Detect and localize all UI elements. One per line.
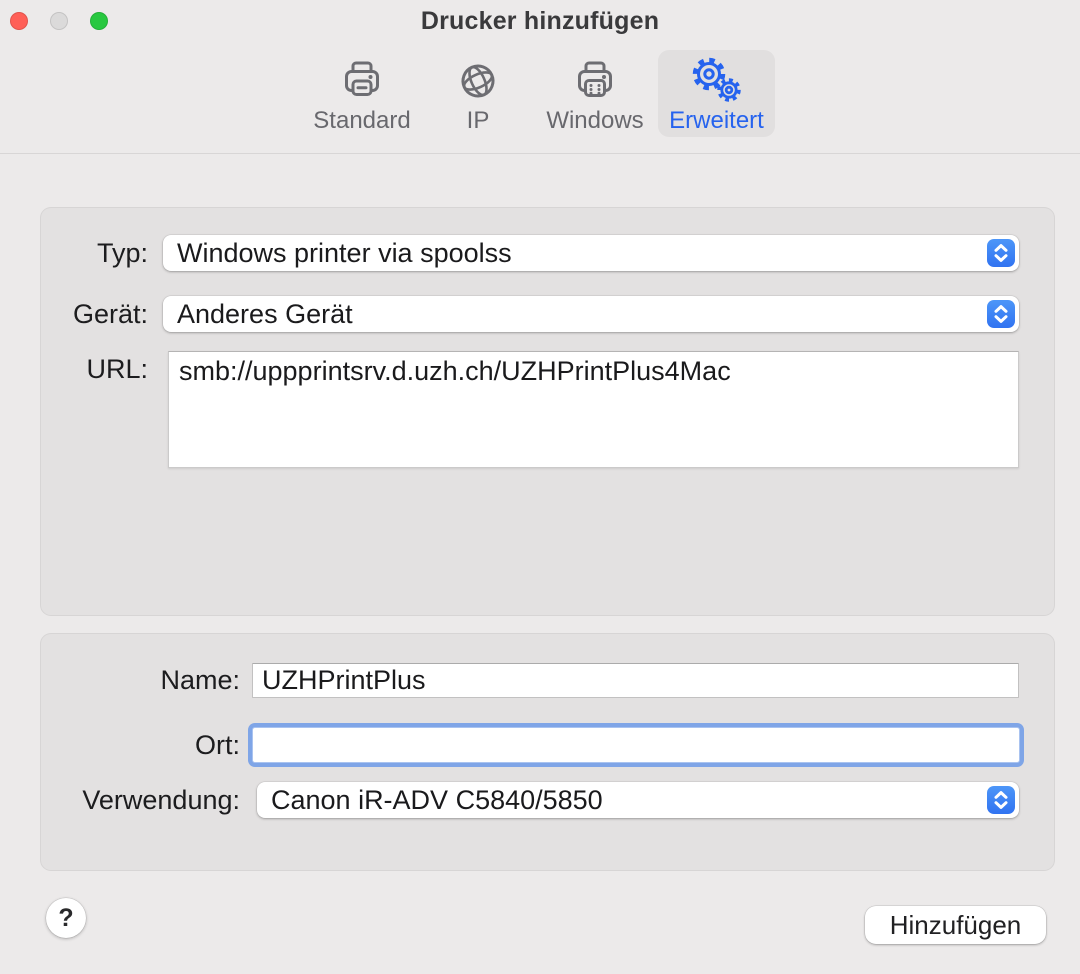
tab-ip[interactable]: IP [448,50,508,137]
tab-standard[interactable]: Standard [312,50,412,137]
verwendung-value: Canon iR-ADV C5840/5850 [257,785,987,816]
tab-erweitert[interactable]: Erweitert [658,50,775,137]
gears-icon [688,57,746,107]
geraet-select[interactable]: Anderes Gerät [163,296,1019,332]
tab-windows[interactable]: Windows [545,50,645,137]
name-input[interactable] [252,663,1019,698]
tab-label: Standard [313,107,410,135]
geraet-label: Gerät: [41,296,148,332]
add-printer-window: Drucker hinzufügen Standard [0,0,1080,974]
typ-value: Windows printer via spoolss [163,238,987,269]
details-panel: Name: Ort: Verwendung: Canon iR-ADV C584… [40,633,1055,871]
window-title: Drucker hinzufügen [0,7,1080,36]
typ-label: Typ: [41,235,148,271]
add-button[interactable]: Hinzufügen [865,906,1046,944]
ort-input[interactable] [252,727,1020,763]
url-label: URL: [41,351,148,387]
verwendung-label: Verwendung: [41,782,240,818]
stepper-icon [987,786,1015,814]
verwendung-select[interactable]: Canon iR-ADV C5840/5850 [257,782,1019,818]
tab-label: Windows [546,107,643,135]
network-printer-icon [572,57,618,107]
toolbar-divider [0,153,1080,154]
geraet-value: Anderes Gerät [163,299,987,330]
connection-panel: Typ: Windows printer via spoolss Gerät: … [40,207,1055,616]
ort-label: Ort: [41,727,240,763]
stepper-icon [987,239,1015,267]
globe-icon [456,57,500,107]
stepper-icon [987,300,1015,328]
help-button[interactable]: ? [46,898,86,938]
tab-label: IP [467,107,490,135]
tab-label: Erweitert [669,107,764,135]
url-input[interactable]: smb://uppprintsrv.d.uzh.ch/UZHPrintPlus4… [168,351,1019,468]
printer-icon [339,57,385,107]
name-label: Name: [41,662,240,698]
typ-select[interactable]: Windows printer via spoolss [163,235,1019,271]
